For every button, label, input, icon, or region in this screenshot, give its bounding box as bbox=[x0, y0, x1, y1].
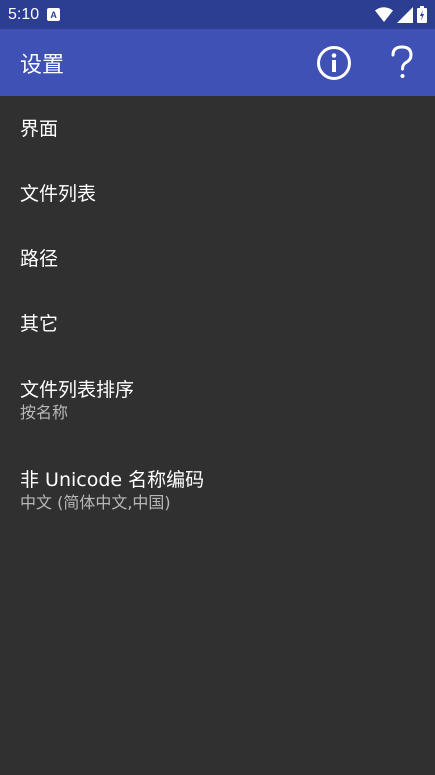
setting-title: 界面 bbox=[20, 117, 59, 140]
setting-title: 文件列表 bbox=[20, 182, 97, 205]
cellular-signal-icon bbox=[397, 6, 413, 23]
setting-title: 非 Unicode 名称编码 bbox=[20, 469, 205, 491]
setting-title: 其它 bbox=[20, 312, 59, 335]
setting-non-unicode-encoding[interactable]: 非 Unicode 名称编码 中文 (简体中文,中国) bbox=[0, 446, 435, 536]
setting-paths[interactable]: 路径 bbox=[0, 226, 435, 291]
setting-interface[interactable]: 界面 bbox=[0, 96, 435, 161]
help-icon bbox=[391, 44, 413, 78]
setting-summary: 按名称 bbox=[20, 403, 69, 422]
info-icon bbox=[317, 45, 351, 80]
setting-file-list[interactable]: 文件列表 bbox=[0, 161, 435, 226]
setting-title: 文件列表排序 bbox=[20, 379, 135, 401]
info-button[interactable] bbox=[306, 29, 362, 96]
wifi-icon bbox=[375, 6, 393, 22]
settings-list: 界面 文件列表 路径 其它 文件列表排序 按名称 非 Unicode 名称编码 … bbox=[0, 96, 435, 536]
setting-other[interactable]: 其它 bbox=[0, 291, 435, 356]
app-bar: 设置 bbox=[0, 29, 435, 96]
setting-summary: 中文 (简体中文,中国) bbox=[20, 493, 171, 512]
notification-icon: A bbox=[47, 8, 61, 21]
status-bar: 5:10 A bbox=[0, 0, 435, 29]
help-button[interactable] bbox=[374, 29, 430, 96]
setting-title: 路径 bbox=[20, 247, 59, 270]
status-time: 5:10 bbox=[8, 5, 40, 23]
battery-icon bbox=[417, 6, 427, 23]
setting-file-list-sort[interactable]: 文件列表排序 按名称 bbox=[0, 356, 435, 446]
page-title: 设置 bbox=[20, 52, 65, 78]
